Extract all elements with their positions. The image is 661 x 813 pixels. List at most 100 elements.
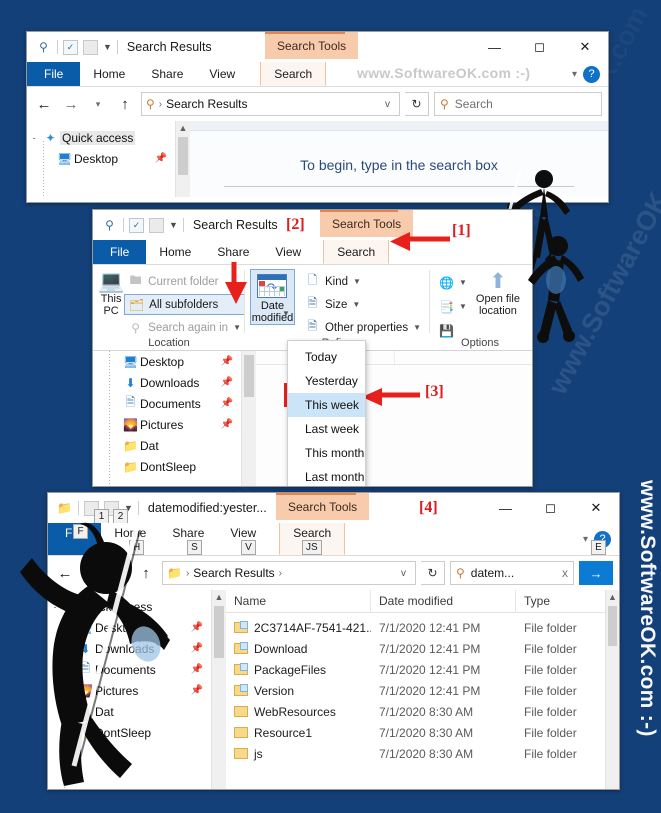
nav-item-quick-access[interactable]: - ✦ Quick access <box>48 596 211 617</box>
window-controls[interactable]: — ◻ ✕ <box>483 493 619 523</box>
navigation-pane[interactable]: - ✦ Quick access 🖥 Desktop 📌 ⬇ Downloads… <box>48 590 211 789</box>
expander-icon[interactable]: - <box>48 602 62 612</box>
address-input[interactable]: ⚲ › Search Results v <box>141 92 400 116</box>
menu-item-this-week[interactable]: This week <box>288 393 365 417</box>
refresh-button[interactable]: ↻ <box>405 92 429 116</box>
customize-qat-caret-icon[interactable]: ▼ <box>103 42 112 52</box>
tab-home[interactable]: Home <box>80 62 138 86</box>
pin-icon[interactable]: 📌 <box>221 356 233 367</box>
recent-locations-button[interactable]: ▾ <box>108 562 130 584</box>
maximize-button[interactable]: ◻ <box>528 493 573 523</box>
size-button[interactable]: 🗎 Size ▼ <box>301 294 425 315</box>
up-button[interactable]: ↑ <box>135 562 157 584</box>
nav-item-documents[interactable]: 🗎 Documents 📌 <box>48 659 211 680</box>
close-button[interactable]: ✕ <box>573 493 619 523</box>
nav-item-downloads[interactable]: ⬇ Downloads 📌 <box>48 638 211 659</box>
table-row[interactable]: PackageFiles 7/1/2020 12:41 PM File fold… <box>226 659 605 680</box>
minimize-button[interactable]: — <box>472 32 517 62</box>
table-row[interactable]: Version 7/1/2020 12:41 PM File folder <box>226 680 605 701</box>
properties-icon[interactable]: ✓ <box>63 39 78 55</box>
folder-icon[interactable]: 📁 <box>56 500 73 517</box>
chevron-down-icon[interactable]: ▼ <box>459 278 467 287</box>
go-button[interactable]: → <box>579 561 613 585</box>
table-row[interactable]: js 7/1/2020 8:30 AM File folder <box>226 743 605 764</box>
nav-item-pictures[interactable]: 🌄 Pictures 📌 <box>93 414 241 435</box>
recent-locations-button[interactable]: ▾ <box>87 93 109 115</box>
refresh-button[interactable]: ↻ <box>421 561 445 585</box>
menu-item-today[interactable]: Today <box>288 345 365 369</box>
pin-icon[interactable]: 📌 <box>221 419 233 430</box>
help-icon[interactable]: ? <box>583 65 600 83</box>
new-folder-icon[interactable] <box>149 217 164 233</box>
ribbon-collapse-caret-icon[interactable]: ▾ <box>572 69 577 80</box>
new-folder-icon[interactable] <box>83 39 98 55</box>
pin-icon[interactable]: 📌 <box>191 685 203 696</box>
kind-button[interactable]: 🗋 Kind ▼ <box>301 271 425 292</box>
tab-share[interactable]: Share <box>138 62 196 86</box>
scrollbar-thumb[interactable] <box>244 355 254 397</box>
scrollbar-thumb[interactable] <box>608 606 617 646</box>
nav-item-quick-access[interactable]: - ✦ Quick access <box>27 127 175 148</box>
clear-search-icon[interactable]: x <box>562 566 568 580</box>
open-file-location-button[interactable]: ⬆ Open file location <box>471 267 525 318</box>
pin-icon[interactable]: 📌 <box>221 377 233 388</box>
this-pc-button[interactable]: 💻 This PC <box>98 267 124 318</box>
nav-item-desktop[interactable]: 🖥 Desktop 📌 <box>93 351 241 372</box>
nav-scrollbar[interactable]: ▲ <box>211 590 226 789</box>
nav-scrollbar[interactable] <box>241 351 256 486</box>
nav-scrollbar[interactable]: ▲ <box>175 121 190 197</box>
recent-searches-button[interactable]: 📑 ▼ <box>435 296 471 317</box>
table-row[interactable]: 2C3714AF-7541-421... 7/1/2020 12:41 PM F… <box>226 617 605 638</box>
nav-item-pictures[interactable]: 🌄 Pictures 📌 <box>48 680 211 701</box>
scroll-up-icon[interactable]: ▲ <box>176 121 190 135</box>
column-header-name[interactable]: Name <box>226 590 371 612</box>
address-input[interactable]: 📁 › Search Results › v <box>162 561 416 585</box>
nav-item-dat[interactable]: 📁 Dat <box>48 701 211 722</box>
search-input[interactable]: ⚲ datem... x <box>450 561 574 585</box>
scroll-up-icon[interactable]: ▲ <box>212 590 226 604</box>
chevron-down-icon[interactable]: v <box>380 99 395 110</box>
menu-item-last-week[interactable]: Last week <box>288 417 365 441</box>
column-header-date-modified[interactable]: Date modified <box>371 590 516 612</box>
scrollbar-thumb[interactable] <box>178 137 188 175</box>
menu-item-yesterday[interactable]: Yesterday <box>288 369 365 393</box>
chevron-down-icon[interactable]: v <box>396 568 411 579</box>
file-list[interactable]: 2C3714AF-7541-421... 7/1/2020 12:41 PM F… <box>226 613 605 764</box>
pin-icon[interactable]: 📌 <box>191 643 203 654</box>
pin-icon[interactable]: 📌 <box>155 153 167 164</box>
search-icon[interactable]: ⚲ <box>35 39 52 56</box>
tab-share[interactable]: Share <box>204 240 262 264</box>
ribbon-collapse-caret-icon[interactable]: ▾ <box>583 534 588 545</box>
tab-search[interactable]: Search <box>260 62 327 86</box>
menu-item-this-month[interactable]: This month <box>288 441 365 465</box>
chevron-down-icon[interactable]: ▼ <box>233 323 241 332</box>
search-icon[interactable]: ⚲ <box>101 217 118 234</box>
tab-view[interactable]: View <box>196 62 248 86</box>
nav-item-dat[interactable]: 📁 Dat <box>93 435 241 456</box>
quick-access-toolbar[interactable]: ⚲ ✓ ▼ <box>93 210 184 240</box>
properties-icon[interactable]: ✓ <box>129 217 144 233</box>
column-header-type[interactable]: Type <box>516 590 605 612</box>
nav-item-documents[interactable]: 🗎 Documents 📌 <box>93 393 241 414</box>
forward-button[interactable]: → <box>60 93 82 115</box>
navigation-pane[interactable]: 🖥 Desktop 📌 ⬇ Downloads 📌 🗎 Documents 📌 <box>93 351 241 486</box>
date-modified-button[interactable]: ↷ Date modified ▼ <box>250 269 295 325</box>
tab-home[interactable]: Home <box>146 240 204 264</box>
chevron-down-icon[interactable]: ▼ <box>352 300 360 309</box>
forward-button[interactable]: → <box>81 562 103 584</box>
window-controls[interactable]: — ◻ ✕ <box>472 32 608 62</box>
nav-item-downloads[interactable]: ⬇ Downloads 📌 <box>93 372 241 393</box>
nav-item-desktop[interactable]: 🖥 Desktop 📌 <box>27 148 175 169</box>
pin-icon[interactable]: 📌 <box>221 398 233 409</box>
nav-item-dontsleep[interactable]: 📁 DontSleep <box>48 722 211 743</box>
date-modified-menu[interactable]: Today Yesterday This week Last week This… <box>287 340 366 486</box>
scroll-up-icon[interactable]: ▲ <box>606 590 619 604</box>
minimize-button[interactable]: — <box>483 493 528 523</box>
chevron-down-icon[interactable]: ▼ <box>459 302 467 311</box>
menu-item-last-month[interactable]: Last month <box>288 465 365 486</box>
other-properties-button[interactable]: 🗎 Other properties ▼ <box>301 317 425 338</box>
maximize-button[interactable]: ◻ <box>517 32 562 62</box>
chevron-down-icon[interactable]: ▼ <box>353 277 361 286</box>
chevron-down-icon[interactable]: ▼ <box>282 308 290 320</box>
chevron-down-icon[interactable]: ▼ <box>413 323 421 332</box>
